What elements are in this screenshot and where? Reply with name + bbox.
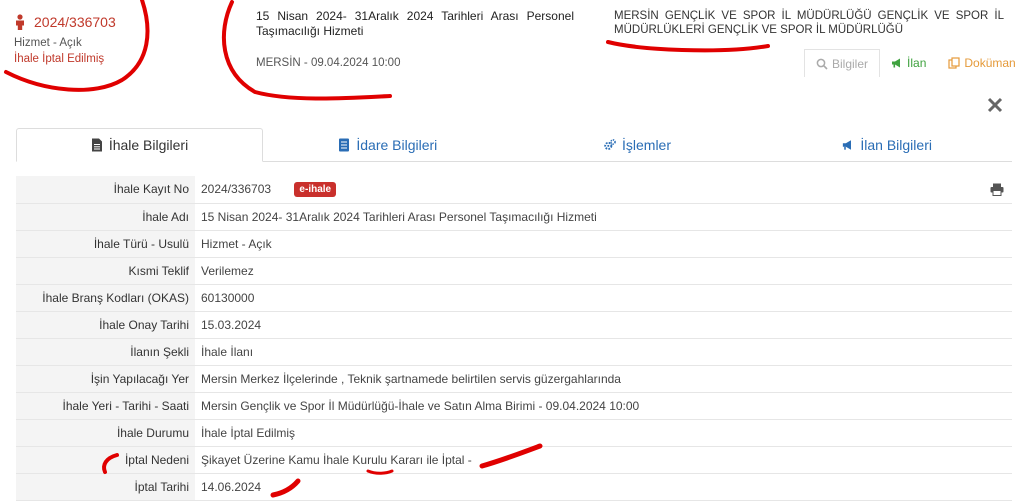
- table-row: İhale Branş Kodları (OKAS) 60130000: [16, 284, 1012, 312]
- row-label: İşin Yapılacağı Yer: [16, 365, 195, 393]
- bullhorn-icon: [843, 139, 852, 150]
- row-label: Kısmi Teklif: [16, 257, 195, 285]
- table-row: İhale Onay Tarihi 15.03.2024: [16, 311, 1012, 339]
- bullhorn-icon: [892, 58, 901, 68]
- row-label: İhale Adı: [16, 203, 195, 231]
- row-value: Verilemez: [195, 257, 1012, 285]
- table-row: İşin Yapılacağı Yer Mersin Merkez İlçele…: [16, 365, 1012, 393]
- tab-ihale-bilgileri[interactable]: İhale Bilgileri: [16, 128, 263, 162]
- row-value: Mersin Gençlik ve Spor İl Müdürlüğü-İhal…: [195, 392, 1012, 420]
- mini-tab-bilgiler[interactable]: Bilgiler: [804, 49, 881, 77]
- row-label: İhale Branş Kodları (OKAS): [16, 284, 195, 312]
- table-row: İhale Kayıt No 2024/336703 e-ihale: [16, 176, 1012, 204]
- authority-name: MERSİN GENÇLİK VE SPOR İL MÜDÜRLÜĞÜ GENÇ…: [614, 10, 1004, 36]
- tender-number-line: 2024/336703: [14, 14, 214, 30]
- tender-status: İhale İptal Edilmiş: [14, 53, 105, 65]
- row-value: İhale İlanı: [195, 338, 1012, 366]
- row-value: 60130000: [195, 284, 1012, 312]
- tab-idare-bilgileri-label: İdare Bilgileri: [356, 136, 438, 153]
- row-label: İptal Nedeni: [16, 446, 195, 474]
- tab-islemler[interactable]: İşlemler: [513, 128, 763, 161]
- row-label: İhale Kayıt No: [16, 176, 195, 204]
- row-value: İhale İptal Edilmiş: [195, 419, 1012, 447]
- search-icon: [816, 58, 828, 70]
- table-row: İhale Durumu İhale İptal Edilmiş: [16, 419, 1012, 447]
- e-ihale-badge: e-ihale: [294, 181, 337, 197]
- row-label: İlanın Şekli: [16, 338, 195, 366]
- file-icon: [91, 138, 102, 152]
- row-value: Hizmet - Açık: [195, 230, 1012, 258]
- mini-tab-ilan[interactable]: İlan: [880, 49, 937, 77]
- tender-header: 15 Nisan 2024- 31Aralık 2024 Tarihleri A…: [256, 9, 574, 69]
- close-icon: [987, 97, 1003, 113]
- row-label: İhale Durumu: [16, 419, 195, 447]
- person-icon: [16, 14, 24, 30]
- tab-ihale-bilgileri-label: İhale Bilgileri: [108, 137, 189, 153]
- mini-tab-ilan-label: İlan: [907, 56, 927, 70]
- mini-tabs: Bilgiler İlan Doküman: [804, 49, 1027, 77]
- print-icon[interactable]: [990, 183, 1004, 196]
- row-value: 14.06.2024: [195, 473, 1012, 501]
- row-label: İhale Yeri - Tarihi - Saati: [16, 392, 195, 420]
- main-tabs: İhale Bilgileri İdare Bilgileri İşlemler…: [16, 128, 1012, 162]
- tab-ilan-bilgileri[interactable]: İlan Bilgileri: [762, 128, 1012, 161]
- tender-summary: 2024/336703 Hizmet - Açık İhale İptal Ed…: [14, 14, 214, 65]
- city-date: MERSİN - 09.04.2024 10:00: [256, 57, 401, 69]
- table-row: İhale Yeri - Tarihi - Saati Mersin Gençl…: [16, 392, 1012, 420]
- row-value: 15 Nisan 2024- 31Aralık 2024 Tarihleri A…: [195, 203, 1012, 231]
- row-value-cell: 2024/336703 e-ihale: [195, 176, 1012, 204]
- gears-icon: [604, 138, 616, 150]
- row-value: 2024/336703: [201, 181, 272, 196]
- table-row: İhale Adı 15 Nisan 2024- 31Aralık 2024 T…: [16, 203, 1012, 231]
- annotation-stroke: [606, 40, 770, 53]
- tab-islemler-label: İşlemler: [622, 136, 672, 153]
- table-row: İptal Tarihi 14.06.2024: [16, 473, 1012, 501]
- tab-idare-bilgileri[interactable]: İdare Bilgileri: [263, 128, 513, 161]
- detail-table: İhale Kayıt No 2024/336703 e-ihale İhale…: [16, 176, 1012, 501]
- mini-tab-dokuman-label: Doküman: [964, 56, 1016, 70]
- row-value: Şikayet Üzerine Kamu İhale Kurulu Kararı…: [195, 446, 1012, 474]
- close-button[interactable]: [987, 97, 1005, 115]
- table-row: İptal Nedeni Şikayet Üzerine Kamu İhale …: [16, 446, 1012, 474]
- table-row: İhale Türü - Usulü Hizmet - Açık: [16, 230, 1012, 258]
- tender-title: 15 Nisan 2024- 31Aralık 2024 Tarihleri A…: [256, 9, 574, 38]
- mini-tab-bilgiler-label: Bilgiler: [832, 56, 869, 71]
- row-value: Mersin Merkez İlçelerinde , Teknik şartn…: [195, 365, 1012, 393]
- row-label: İptal Tarihi: [16, 473, 195, 501]
- tender-type: Hizmet - Açık: [14, 37, 82, 49]
- list-icon: [339, 138, 350, 151]
- table-row: Kısmi Teklif Verilemez: [16, 257, 1012, 285]
- tab-ilan-bilgileri-label: İlan Bilgileri: [860, 136, 932, 153]
- row-label: İhale Onay Tarihi: [16, 311, 195, 339]
- table-row: İlanın Şekli İhale İlanı: [16, 338, 1012, 366]
- row-label: İhale Türü - Usulü: [16, 230, 195, 258]
- row-value: 15.03.2024: [195, 311, 1012, 339]
- mini-tab-dokuman[interactable]: Doküman: [937, 49, 1026, 77]
- tender-number: 2024/336703: [34, 14, 116, 30]
- authority-block: MERSİN GENÇLİK VE SPOR İL MÜDÜRLÜĞÜ GENÇ…: [614, 9, 1004, 37]
- copy-icon: [948, 57, 960, 69]
